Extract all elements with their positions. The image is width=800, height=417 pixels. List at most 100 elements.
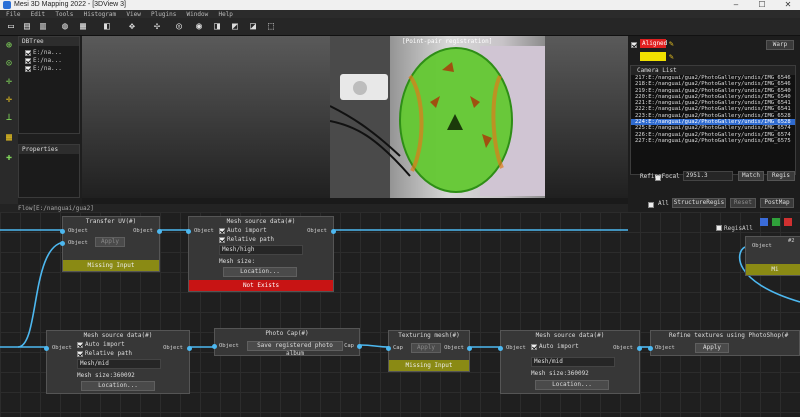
apply-button[interactable]: Apply [695, 343, 729, 353]
save-album-button[interactable]: Save registered photo album [247, 341, 343, 357]
mesh-source-node-top[interactable]: Mesh source data(#) Object Object Auto i… [186, 216, 336, 292]
relative-path-row[interactable]: Relative path [77, 350, 132, 357]
globe-icon[interactable]: ◍ [58, 20, 72, 34]
all-checkbox[interactable] [648, 202, 654, 208]
pencil-icon[interactable]: ✎ [669, 39, 674, 48]
camera-row[interactable]: 218:E:/nanguai/gua2/PhotoGallery/undis/I… [631, 81, 795, 87]
input-port[interactable] [60, 241, 65, 246]
move-icon[interactable]: ✣ [150, 20, 164, 34]
output-port[interactable] [187, 346, 192, 351]
reference-color-swatch[interactable] [640, 52, 666, 61]
warp-button[interactable]: Warp [766, 40, 794, 50]
texturing-mesh-node[interactable]: Texturing mesh(#) Cap Object Apply Missi… [386, 330, 472, 372]
port-label: Object [506, 345, 526, 351]
structure-regis-button[interactable]: StructureRegis [672, 198, 726, 208]
regisall-toggle[interactable]: RegisAll [716, 224, 753, 232]
input-port[interactable] [648, 346, 653, 351]
input-port[interactable] [386, 346, 391, 351]
mesh-source-node-right[interactable]: Mesh source data(#) Object Object Auto i… [498, 330, 642, 394]
auto-import-row[interactable]: Auto import [531, 343, 579, 350]
mesh-path-field[interactable]: Mesh/mid [531, 357, 615, 367]
checkbox[interactable] [25, 49, 31, 56]
camera-row[interactable]: 222:E:/nanguai/gua2/PhotoGallery/undis/I… [631, 106, 795, 112]
location-button[interactable]: Location... [223, 267, 297, 277]
match-button[interactable]: Match [738, 171, 764, 181]
partial-node[interactable]: Object #2 Mi [745, 236, 800, 276]
input-port[interactable] [60, 229, 65, 234]
photo-view[interactable]: [Point-pair registration] [330, 36, 545, 198]
close-icon[interactable] [784, 218, 792, 226]
relative-path-row[interactable]: Relative path [219, 236, 274, 243]
axis-icon[interactable]: ⊥ [3, 112, 15, 124]
search-icon[interactable]: ⊙ [3, 58, 15, 70]
mesh-path-field[interactable]: Mesh/mid [77, 359, 161, 369]
new-file-icon[interactable]: ▭ [4, 20, 18, 34]
app-icon [3, 1, 11, 9]
open-folder-icon[interactable]: ▤ [20, 20, 34, 34]
postmap-button[interactable]: PostMap [760, 198, 794, 208]
mesh-size-label: Mesh size: [219, 258, 256, 265]
photo-cap-node[interactable]: Photo Cap(#) Object Cap Save registered … [212, 328, 362, 357]
refinefocal-input[interactable]: 2951.3 [683, 171, 733, 181]
input-port[interactable] [186, 229, 191, 234]
rotate-icon[interactable]: ✥ [125, 20, 139, 34]
port-label: Object [307, 228, 327, 234]
tree-item[interactable]: E:/na... [19, 49, 79, 57]
location-button[interactable]: Location... [81, 381, 155, 391]
output-port[interactable] [331, 229, 336, 234]
mesh-source-node-left[interactable]: Mesh source data(#) Object Object Auto i… [44, 330, 192, 394]
pick-point-icon[interactable]: ✛ [3, 94, 15, 106]
port-label: Object [444, 345, 464, 351]
port-label: Object [52, 345, 72, 351]
circle-target-icon[interactable]: ◎ [172, 20, 186, 34]
auto-import-row[interactable]: Auto import [219, 227, 267, 234]
node-graph[interactable]: Transfer UV(#) Object Object Object Appl… [0, 212, 800, 417]
output-port[interactable] [157, 229, 162, 234]
info-icon[interactable] [760, 218, 768, 226]
transfer-uv-node[interactable]: Transfer UV(#) Object Object Object Appl… [60, 216, 162, 272]
input-port[interactable] [44, 346, 49, 351]
all-label: All [658, 200, 669, 207]
grid-icon[interactable]: ▦ [3, 132, 15, 144]
regis-button[interactable]: Regis [767, 171, 795, 181]
input-port[interactable] [212, 344, 217, 349]
save-icon[interactable]: ▥ [36, 20, 50, 34]
apply-button[interactable]: Apply [95, 237, 125, 247]
checkbox[interactable] [25, 57, 31, 64]
tree-item[interactable]: E:/na... [19, 65, 79, 73]
aligned-color-swatch[interactable]: Aligned [640, 39, 667, 48]
checkbox[interactable] [25, 65, 31, 72]
view-side-icon[interactable]: ◩ [228, 20, 242, 34]
aligned-checkbox[interactable] [631, 42, 637, 48]
location-button[interactable]: Location... [535, 380, 609, 390]
node-title: Mesh source data(#) [226, 218, 296, 225]
apply-button[interactable]: Apply [411, 343, 441, 353]
close-button[interactable]: ✕ [778, 0, 798, 10]
check-icon[interactable] [772, 218, 780, 226]
pencil-icon[interactable]: ✎ [669, 52, 674, 61]
status-bar: Missing Input [63, 260, 159, 271]
mesh-path-field[interactable]: Mesh/high [219, 245, 303, 255]
layers-icon[interactable]: ▦ [76, 20, 90, 34]
view-front-icon[interactable]: ◨ [210, 20, 224, 34]
camera-row[interactable]: 227:E:/nanguai/gua2/PhotoGallery/undis/I… [631, 138, 795, 144]
move-tool-icon[interactable]: ✚ [3, 152, 15, 164]
output-port[interactable] [467, 346, 472, 351]
view-top-icon[interactable]: ◪ [246, 20, 260, 34]
output-port[interactable] [637, 346, 642, 351]
input-port[interactable] [498, 346, 503, 351]
crosshair-icon[interactable]: ✛ [3, 76, 15, 88]
camera-row[interactable]: 225:E:/nanguai/gua2/PhotoGallery/undis/I… [631, 125, 795, 131]
cube-icon[interactable]: ◧ [100, 20, 114, 34]
output-port[interactable] [357, 344, 362, 349]
reset-button[interactable]: Reset [730, 198, 756, 208]
zoom-icon[interactable]: ⊕ [3, 40, 15, 52]
refine-textures-node[interactable]: Refine textures using PhotoShop(# Object… [648, 330, 800, 356]
tree-item[interactable]: E:/na... [19, 57, 79, 65]
view-iso-icon[interactable]: ⬚ [264, 20, 278, 34]
maximize-button[interactable]: ☐ [752, 0, 772, 10]
minimize-button[interactable]: – [726, 0, 746, 10]
auto-import-row[interactable]: Auto import [77, 341, 125, 348]
sphere-icon[interactable]: ◉ [192, 20, 206, 34]
camera-row[interactable]: 219:E:/nanguai/gua2/PhotoGallery/undis/I… [631, 88, 795, 94]
